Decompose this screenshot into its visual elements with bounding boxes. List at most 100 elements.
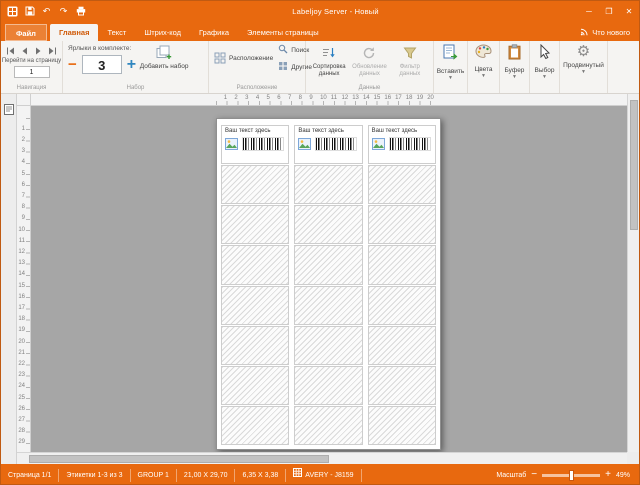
redo-icon[interactable]: ↷ (57, 4, 70, 18)
label-page[interactable]: Ваш текст здесьВаш текст здесьВаш текст … (216, 118, 441, 450)
label-cell[interactable]: Ваш текст здесь (221, 125, 289, 164)
label-cell[interactable] (368, 326, 436, 365)
refresh-data-button[interactable]: Обновление данных (349, 43, 389, 83)
sort-data-button[interactable]: Сортировка данных (309, 43, 349, 83)
maximize-button[interactable]: ❐ (599, 1, 619, 21)
label-cell[interactable] (221, 326, 289, 365)
label-text: Ваш текст здесь (372, 128, 432, 135)
tab-graphics[interactable]: Графика (190, 24, 238, 41)
ruler-number: 28 (18, 428, 25, 434)
label-grid: Ваш текст здесьВаш текст здесьВаш текст … (217, 119, 440, 449)
tab-text[interactable]: Текст (98, 24, 135, 41)
insert-label: Вставить (437, 68, 465, 75)
status-group: GROUP 1 (131, 469, 177, 482)
group-caption-set: Набор (63, 84, 208, 93)
ruler-number: 8 (22, 204, 25, 210)
ruler-number: 19 (18, 327, 25, 333)
clipboard-button[interactable]: Буфер ▼ (500, 41, 530, 93)
clipboard-label: Буфер (505, 67, 525, 74)
page-number-input[interactable] (14, 66, 50, 78)
horizontal-scrollbar[interactable] (17, 452, 627, 464)
insert-button[interactable]: Вставить ▼ (434, 41, 468, 93)
ruler-number: 18 (18, 316, 25, 322)
label-cell[interactable] (368, 165, 436, 204)
label-cell[interactable] (221, 205, 289, 244)
advanced-button[interactable]: ⚙ Продвинутый ▼ (560, 41, 608, 93)
label-cell[interactable] (221, 165, 289, 204)
select-button[interactable]: Выбор ▼ (530, 41, 560, 93)
label-cell[interactable] (368, 406, 436, 445)
colors-button[interactable]: Цвета ▼ (468, 41, 500, 93)
print-icon[interactable] (74, 4, 87, 18)
hscroll-thumb[interactable] (29, 455, 329, 463)
decrease-set-button[interactable]: − (68, 60, 77, 70)
previous-page-button[interactable] (19, 45, 30, 56)
zoom-slider-thumb[interactable] (569, 470, 574, 481)
set-count-value[interactable]: 3 (82, 55, 122, 74)
label-cell[interactable] (294, 366, 362, 405)
label-cell[interactable] (368, 205, 436, 244)
barcode (315, 137, 357, 151)
tab-barcode[interactable]: Штрих-код (135, 24, 190, 41)
refresh-data-label: Обновление данных (349, 64, 389, 78)
ruler-number: 7 (22, 193, 25, 199)
filter-data-button[interactable]: Фильтр данных (390, 43, 430, 83)
layout-label: Расположение (229, 55, 273, 62)
label-cell[interactable] (294, 326, 362, 365)
label-cell[interactable] (294, 165, 362, 204)
last-page-button[interactable] (47, 45, 58, 56)
minimize-button[interactable]: ─ (579, 1, 599, 21)
vscroll-thumb[interactable] (630, 100, 638, 230)
tab-home[interactable]: Главная (50, 24, 99, 41)
ruler-number: 2 (22, 137, 25, 143)
label-cell[interactable] (294, 245, 362, 284)
label-cell[interactable] (221, 245, 289, 284)
increase-set-button[interactable]: + (127, 59, 136, 71)
label-cell[interactable]: Ваш текст здесь (368, 125, 436, 164)
save-icon[interactable] (23, 4, 36, 18)
label-cell[interactable] (294, 205, 362, 244)
whats-new-button[interactable]: Что нового (571, 24, 639, 41)
panel-toggle-icon[interactable] (4, 102, 14, 464)
label-cell[interactable] (368, 245, 436, 284)
ruler-number: 17 (395, 95, 402, 101)
next-page-button[interactable] (33, 45, 44, 56)
ruler-number: 21 (18, 350, 25, 356)
label-cell[interactable] (221, 286, 289, 325)
vertical-ruler: 1234567891011121314151617181920212223242… (17, 106, 31, 452)
sort-icon (322, 46, 336, 63)
status-template[interactable]: AVERY - J8159 (286, 469, 361, 482)
zoom-out-button[interactable]: − (531, 470, 537, 480)
label-cell[interactable] (368, 286, 436, 325)
label-cell[interactable] (294, 406, 362, 445)
label-cell[interactable] (221, 366, 289, 405)
first-page-button[interactable] (5, 45, 16, 56)
app-window: ↶ ↷ Labeljoy Server - Новый ─ ❐ ✕ Файл Г… (0, 0, 640, 485)
ruler-number: 15 (374, 95, 381, 101)
label-cell[interactable] (221, 406, 289, 445)
statusbar: Страница 1/1 Этикетки 1-3 из 3 GROUP 1 2… (1, 464, 639, 485)
add-set-button[interactable]: Добавить набор (139, 43, 189, 74)
ribbon-tab-bar: Файл Главная Текст Штрих-код Графика Эле… (1, 21, 639, 41)
tab-page-elements[interactable]: Элементы страницы (238, 24, 328, 41)
undo-icon[interactable]: ↶ (40, 4, 53, 18)
zoom-slider[interactable] (542, 474, 600, 477)
document-canvas[interactable]: Ваш текст здесьВаш текст здесьВаш текст … (31, 106, 629, 452)
label-cell[interactable]: Ваш текст здесь (294, 125, 362, 164)
ribbon: Перейти на страницу Навигация Ярлыки в к… (1, 41, 639, 94)
quick-access-toolbar: ↶ ↷ (1, 4, 92, 18)
label-media (298, 137, 358, 155)
vertical-scrollbar[interactable] (627, 94, 639, 452)
close-button[interactable]: ✕ (619, 1, 639, 21)
label-cell[interactable] (368, 366, 436, 405)
gear-icon: ⚙ (577, 44, 590, 60)
layout-button[interactable]: Расположение (212, 52, 275, 66)
label-media (372, 137, 432, 155)
ruler-number: 16 (18, 294, 25, 300)
ruler-number: 20 (18, 339, 25, 345)
label-cell[interactable] (294, 286, 362, 325)
file-menu-button[interactable]: Файл (5, 24, 47, 41)
zoom-in-button[interactable]: + (605, 470, 611, 480)
ruler-number: 25 (18, 395, 25, 401)
chevron-down-icon: ▼ (542, 75, 547, 80)
